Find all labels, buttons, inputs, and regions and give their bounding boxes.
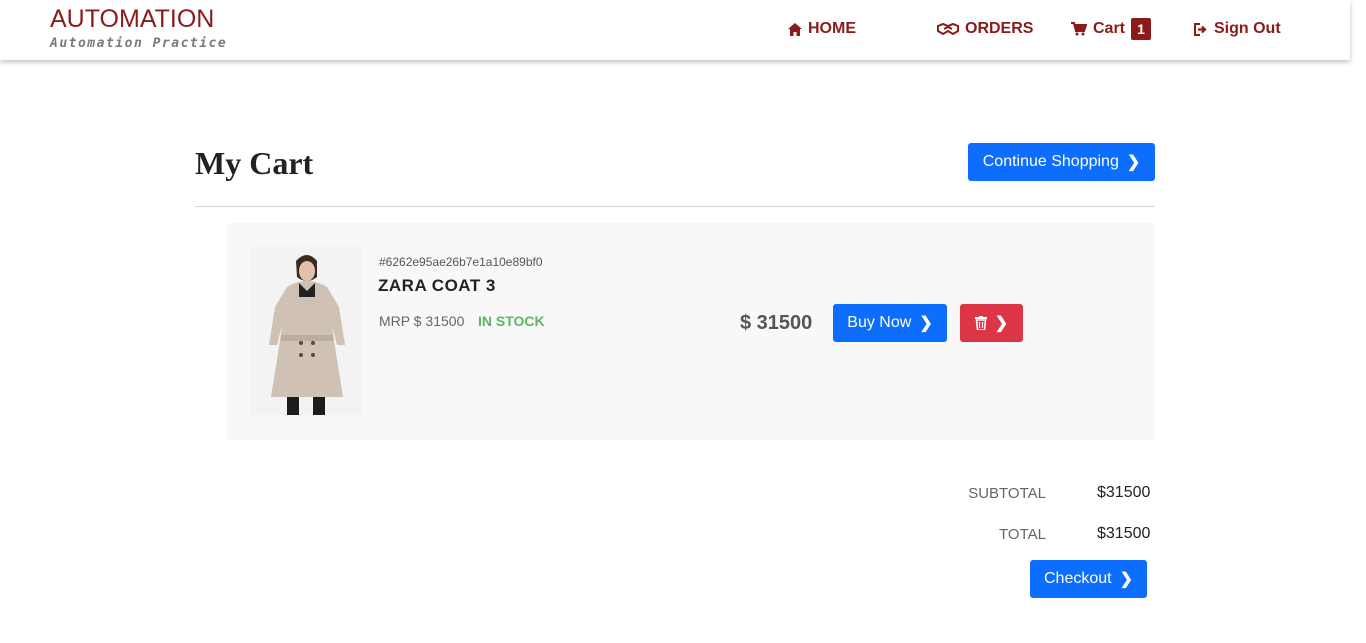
chevron-right-icon: ❯ xyxy=(919,315,933,332)
stock-status: IN STOCK xyxy=(478,313,545,329)
page-title: My Cart xyxy=(195,145,314,181)
cart-count-badge: 1 xyxy=(1131,18,1152,40)
product-image[interactable] xyxy=(251,247,363,415)
nav-cart[interactable]: Cart 1 xyxy=(1071,18,1152,40)
brand-logo[interactable]: AUTOMATION Automation Practice xyxy=(50,4,227,51)
product-price: $ 31500 xyxy=(740,312,813,334)
chevron-right-icon: ❯ xyxy=(1126,154,1141,171)
checkout-button[interactable]: Checkout ❯ xyxy=(1030,560,1147,598)
home-icon xyxy=(788,22,802,36)
chevron-right-icon: ❯ xyxy=(994,315,1009,332)
nav-cart-label: Cart xyxy=(1093,20,1126,37)
nav-sign-out[interactable]: Sign Out xyxy=(1194,18,1281,40)
cart-icon xyxy=(1071,22,1087,36)
sign-out-icon xyxy=(1194,22,1207,36)
nav-orders[interactable]: ORDERS xyxy=(937,18,1033,40)
nav-orders-label: ORDERS xyxy=(965,20,1034,37)
total-label: TOTAL xyxy=(999,526,1046,543)
continue-shopping-button[interactable]: Continue Shopping ❯ xyxy=(968,143,1155,181)
continue-shopping-label: Continue Shopping xyxy=(982,153,1119,170)
top-navbar: AUTOMATION Automation Practice HOME ORDE… xyxy=(0,0,1350,60)
trash-icon xyxy=(974,316,987,330)
delete-item-button[interactable]: ❯ xyxy=(960,304,1023,342)
subtotal-value: $31500 xyxy=(1097,484,1151,501)
product-name: ZARA COAT 3 xyxy=(378,276,496,295)
product-id: #6262e95ae26b7e1a10e89bf0 xyxy=(379,255,543,269)
divider xyxy=(195,206,1155,207)
nav-home-label: HOME xyxy=(808,20,856,37)
total-value: $31500 xyxy=(1097,525,1151,542)
cart-item-card: #6262e95ae26b7e1a10e89bf0 ZARA COAT 3 MR… xyxy=(227,223,1155,440)
brand-title: AUTOMATION xyxy=(50,5,215,33)
chevron-right-icon: ❯ xyxy=(1119,571,1133,588)
subtotal-label: SUBTOTAL xyxy=(968,485,1046,502)
handshake-icon xyxy=(937,22,959,36)
product-mrp: MRP $ 31500 xyxy=(379,313,465,329)
checkout-label: Checkout xyxy=(1044,570,1112,587)
buy-now-label: Buy Now xyxy=(847,314,912,331)
buy-now-button[interactable]: Buy Now ❯ xyxy=(833,304,947,342)
nav-sign-out-label: Sign Out xyxy=(1214,20,1281,37)
brand-subtitle: Automation Practice xyxy=(50,36,228,51)
nav-home[interactable]: HOME xyxy=(788,18,856,40)
